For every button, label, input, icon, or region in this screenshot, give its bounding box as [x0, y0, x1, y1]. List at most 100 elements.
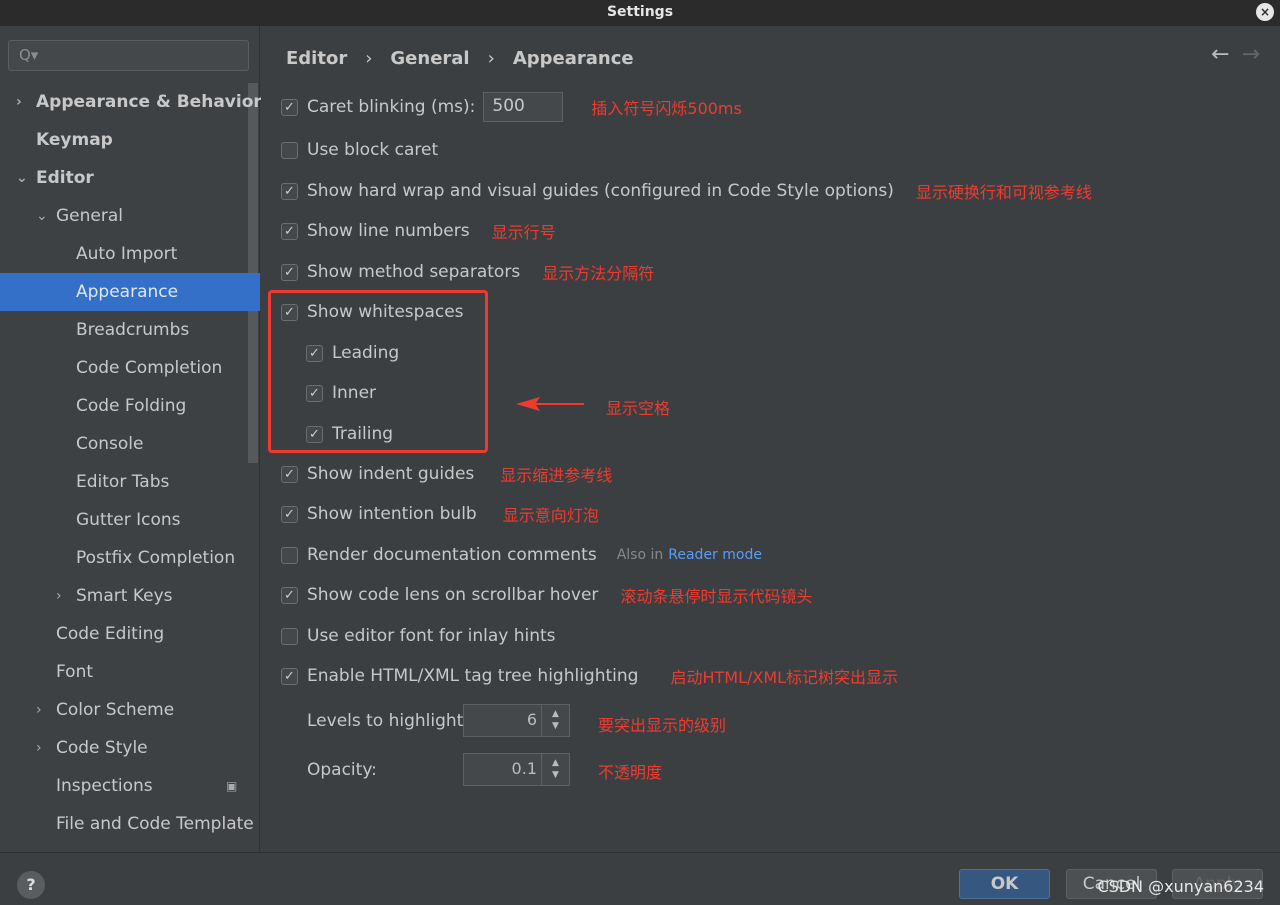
project-scope-icon: ▣ — [226, 779, 238, 793]
sidebar-item-label: Postfix Completion — [76, 548, 236, 568]
checkbox[interactable]: ✓ — [281, 667, 298, 685]
sidebar-item-code-style[interactable]: › Code Style — [0, 729, 248, 767]
option-enable-html-xml-tag-tree-highlighting: ✓ Enable HTML/XML tag tree highlighting 启动… — [281, 661, 898, 691]
caret-blink-input[interactable]: 500 — [483, 92, 564, 122]
sidebar-item-auto-import[interactable]: Auto Import — [0, 235, 248, 273]
sidebar-item-file-and-code-template[interactable]: File and Code Template — [0, 805, 254, 843]
title-bar: Settings × — [0, 0, 1280, 26]
breadcrumb-editor[interactable]: Editor — [286, 48, 347, 69]
option-label[interactable]: Show code lens on scrollbar hover — [307, 585, 598, 605]
option-label[interactable]: Enable HTML/XML tag tree highlighting — [307, 666, 638, 686]
sidebar-item-gutter-icons[interactable]: Gutter Icons — [0, 501, 248, 539]
sidebar-item-code-editing[interactable]: Code Editing — [0, 615, 248, 653]
sidebar-item-label: Editor Tabs — [76, 472, 170, 492]
option-label[interactable]: Use block caret — [307, 140, 438, 160]
sidebar-item-label: Keymap — [36, 130, 113, 150]
checkbox[interactable]: ✓ — [281, 222, 298, 240]
opacity-stepper[interactable]: 0.1 ▲ ▼ — [463, 753, 570, 786]
chevron-right-icon[interactable]: › — [56, 577, 62, 615]
annotation: 显示硬换行和可视参考线 — [915, 183, 1092, 202]
sidebar-item-general[interactable]: ⌄ General — [0, 197, 248, 235]
forward-arrow-icon[interactable]: → — [1242, 42, 1260, 67]
chevron-right-icon[interactable]: › — [16, 83, 22, 121]
option-label[interactable]: Render documentation comments — [307, 545, 597, 565]
option-label[interactable]: Show line numbers — [307, 221, 470, 241]
chevron-right-icon: › — [487, 48, 495, 69]
sidebar: Q▾ › Appearance & Behavior Keymap ⌄ Editor ⌄ G… — [0, 26, 262, 852]
sidebar-item-postfix-completion[interactable]: Postfix Completion — [0, 539, 248, 577]
checkbox[interactable] — [281, 141, 298, 159]
breadcrumb-general[interactable]: General — [390, 48, 469, 69]
checkbox[interactable]: ✓ — [281, 303, 298, 321]
option-use-editor-font-for-inlay-hints: Use editor font for inlay hints — [281, 621, 556, 651]
option-label[interactable]: Show method separators — [307, 262, 520, 282]
sidebar-item-editor-tabs[interactable]: Editor Tabs — [0, 463, 248, 501]
sidebar-item-keymap[interactable]: Keymap — [0, 121, 248, 159]
checkbox[interactable]: ✓ — [306, 425, 323, 443]
option-label[interactable]: Inner — [332, 383, 376, 403]
annotation: 显示缩进参考线 — [500, 466, 613, 485]
spinner-arrows-icon[interactable]: ▲ ▼ — [541, 754, 569, 785]
option-label[interactable]: Show indent guides — [307, 464, 474, 484]
sidebar-item-label: Inspections — [56, 776, 153, 796]
chevron-right-icon[interactable]: › — [36, 691, 42, 729]
checkbox[interactable]: ✓ — [306, 384, 323, 402]
chevron-right-icon: › — [365, 48, 373, 69]
sidebar-item-console[interactable]: Console — [0, 425, 248, 463]
sidebar-item-label: Auto Import — [76, 244, 178, 264]
sidebar-item-editor[interactable]: ⌄ Editor — [0, 159, 248, 197]
sidebar-item-code-folding[interactable]: Code Folding — [0, 387, 248, 425]
option-label[interactable]: Leading — [332, 343, 399, 363]
option-label[interactable]: Caret blinking (ms): — [307, 97, 475, 117]
levels-stepper[interactable]: 6 ▲ ▼ — [463, 704, 570, 737]
option-label[interactable]: Show whitespaces — [307, 302, 464, 322]
arrow-left-icon — [516, 397, 584, 411]
sidebar-item-font[interactable]: Font — [0, 653, 248, 691]
sidebar-item-label: Code Editing — [56, 624, 165, 644]
sidebar-item-appearance[interactable]: Appearance — [0, 273, 260, 311]
window-title: Settings — [606, 4, 674, 20]
option-label[interactable]: Use editor font for inlay hints — [307, 626, 556, 646]
checkbox[interactable]: ✓ — [306, 344, 323, 362]
checkbox[interactable]: ✓ — [281, 586, 298, 604]
sidebar-item-smart-keys[interactable]: › Smart Keys — [0, 577, 248, 615]
option-use-block-caret: Use block caret — [281, 135, 438, 165]
close-icon[interactable]: × — [1256, 3, 1274, 21]
checkbox[interactable]: ✓ — [281, 465, 298, 483]
reader-mode-link[interactable]: Reader mode — [668, 547, 762, 563]
annotation: 插入符号闪烁500ms — [591, 99, 742, 118]
option-show-line-numbers: ✓ Show line numbers 显示行号 — [281, 216, 556, 246]
option-show-whitespaces: ✓ Show whitespaces — [281, 297, 464, 327]
sidebar-item-label: Code Completion — [76, 358, 223, 378]
checkbox[interactable]: ✓ — [281, 505, 298, 523]
option-trailing: ✓ Trailing — [306, 419, 393, 449]
ok-button[interactable]: OK — [959, 869, 1050, 899]
sidebar-item-appearance-behavior[interactable]: › Appearance & Behavior — [0, 83, 262, 121]
option-label[interactable]: Trailing — [332, 424, 393, 444]
checkbox[interactable]: ✓ — [281, 98, 298, 116]
checkbox[interactable]: ✓ — [281, 182, 298, 200]
levels-label: Levels to highlight: — [307, 711, 470, 731]
option-inner: ✓ Inner — [306, 378, 376, 408]
help-button[interactable]: ? — [17, 871, 45, 899]
checkbox[interactable] — [281, 546, 298, 564]
nav-arrows: ← → — [1211, 42, 1260, 67]
search-input[interactable]: Q▾ — [8, 40, 249, 71]
checkbox[interactable] — [281, 627, 298, 645]
chevron-down-icon[interactable]: ⌄ — [36, 197, 48, 235]
annotation-whitespace: 显示空格 — [606, 399, 671, 418]
option-label[interactable]: Show intention bulb — [307, 504, 477, 524]
breadcrumb-appearance: Appearance — [512, 48, 634, 69]
chevron-right-icon[interactable]: › — [36, 729, 42, 767]
sidebar-item-breadcrumbs[interactable]: Breadcrumbs — [0, 311, 248, 349]
spinner-arrows-icon[interactable]: ▲ ▼ — [541, 705, 569, 736]
sidebar-item-code-completion[interactable]: Code Completion — [0, 349, 248, 387]
chevron-down-icon[interactable]: ⌄ — [16, 159, 28, 197]
sidebar-item-inspections[interactable]: Inspections ▣ — [0, 767, 248, 805]
watermark: CSDN @xunyan6234 — [1097, 877, 1264, 896]
footer: ? OK Cancel Apply CSDN @xunyan6234 — [0, 852, 1280, 905]
checkbox[interactable]: ✓ — [281, 263, 298, 281]
option-label[interactable]: Show hard wrap and visual guides (config… — [307, 181, 894, 201]
sidebar-item-color-scheme[interactable]: › Color Scheme — [0, 691, 248, 729]
back-arrow-icon[interactable]: ← — [1211, 42, 1229, 67]
